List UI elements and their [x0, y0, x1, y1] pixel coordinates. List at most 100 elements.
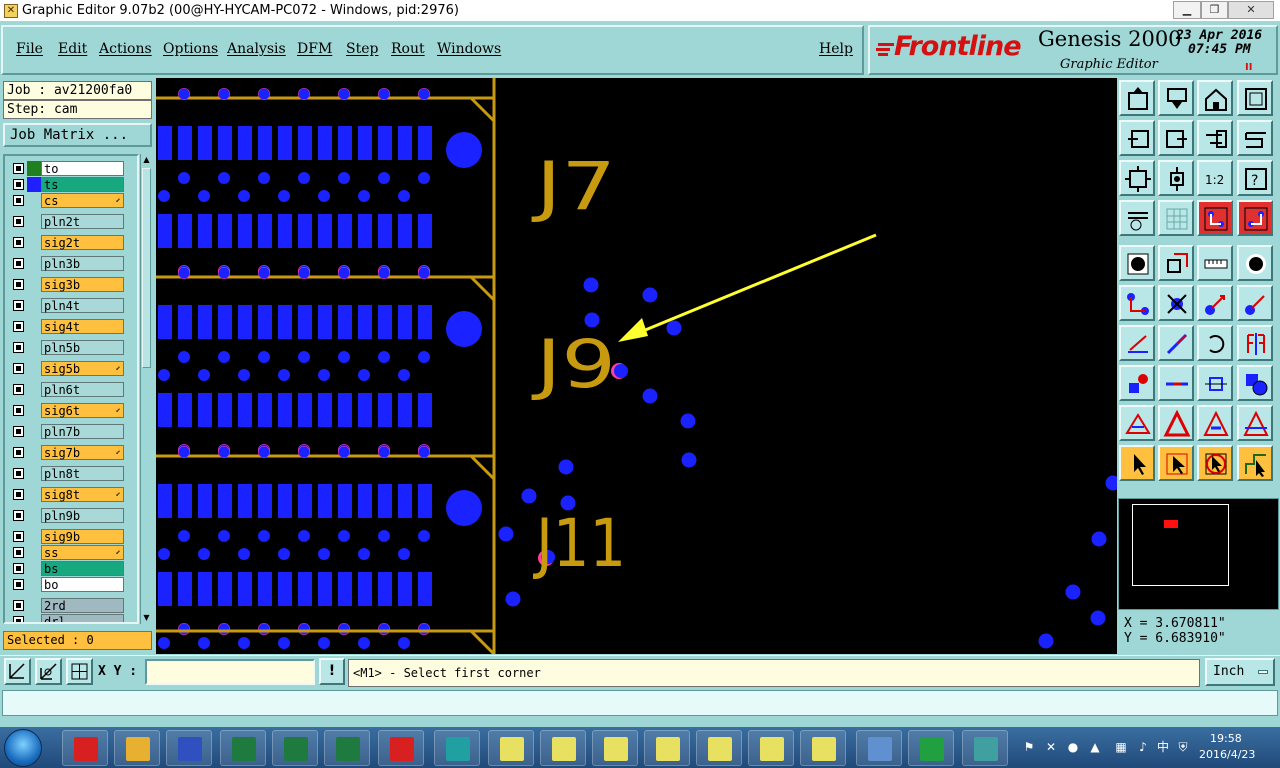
zoom-center-button[interactable]: [1158, 160, 1194, 196]
measure-icon[interactable]: [35, 658, 62, 685]
layer-name[interactable]: sig7b ⬋: [41, 445, 124, 460]
layer-row-bo[interactable]: bo: [7, 576, 137, 594]
draw-line-button[interactable]: [1119, 325, 1155, 361]
window-task-button[interactable]: [800, 730, 846, 766]
layer-name[interactable]: cs ⬋: [41, 193, 124, 208]
step-button[interactable]: [1237, 120, 1273, 156]
layer-checkbox[interactable]: [13, 616, 24, 622]
ruler-button[interactable]: [1197, 245, 1233, 281]
layer-name[interactable]: bo: [41, 577, 124, 592]
overview-viewport[interactable]: [1164, 520, 1178, 528]
scroll-thumb[interactable]: [142, 168, 151, 368]
open-job-button[interactable]: [1119, 80, 1155, 116]
layer-checkbox[interactable]: [13, 426, 24, 437]
layer-checkbox[interactable]: [13, 342, 24, 353]
units-selector[interactable]: Inch: [1205, 658, 1275, 686]
layer-row-pln8t[interactable]: pln8t: [7, 465, 137, 483]
layer-checkbox[interactable]: [13, 258, 24, 269]
pdf-task-button[interactable]: [378, 730, 424, 766]
snap-icon[interactable]: [4, 658, 31, 685]
clock-time[interactable]: 19:58: [1210, 732, 1242, 745]
layer-name[interactable]: sig4t: [41, 319, 124, 334]
menu-dfm[interactable]: DFM: [297, 41, 332, 57]
grid-view-button[interactable]: [1158, 200, 1194, 236]
menu-step[interactable]: Step: [346, 41, 378, 57]
menu-analysis[interactable]: Analysis: [227, 41, 286, 57]
layer-name[interactable]: pln9b: [41, 508, 124, 523]
net-red-button[interactable]: [1197, 200, 1233, 236]
layer-scrollbar[interactable]: ▲ ▼: [140, 154, 152, 624]
exclamation-button[interactable]: !: [319, 658, 345, 685]
excel-task-button[interactable]: [324, 730, 370, 766]
window-task-button[interactable]: [644, 730, 690, 766]
select-box-button[interactable]: [1197, 445, 1233, 481]
window-task-button[interactable]: [592, 730, 638, 766]
layer-row-sig7b[interactable]: sig7b ⬋: [7, 444, 137, 462]
red-g-tray-icon[interactable]: ●: [1066, 740, 1080, 754]
layer-checkbox[interactable]: [13, 563, 24, 574]
layer-checkbox[interactable]: [13, 547, 24, 558]
text-doc-task-button[interactable]: [856, 730, 902, 766]
app-red-g-task-button[interactable]: [62, 730, 108, 766]
layer-checkbox[interactable]: [13, 163, 24, 174]
layer-row-sig4t[interactable]: sig4t: [7, 318, 137, 336]
scroll-up-icon[interactable]: ▲: [141, 154, 152, 166]
layer-row-drl[interactable]: drl: [7, 613, 137, 622]
layer-name[interactable]: pln7b: [41, 424, 124, 439]
slash-button[interactable]: [1158, 325, 1194, 361]
move-point-button[interactable]: [1197, 285, 1233, 321]
layer-row-pln4t[interactable]: pln4t: [7, 297, 137, 315]
save-button[interactable]: [1158, 80, 1194, 116]
excel-task-button[interactable]: [220, 730, 266, 766]
layer-name[interactable]: sig5b ⬋: [41, 361, 124, 376]
layer-name[interactable]: ss ⬋: [41, 545, 124, 560]
disc-task-button[interactable]: [434, 730, 480, 766]
menu-actions[interactable]: Actions: [99, 41, 152, 57]
layer-name[interactable]: to: [41, 161, 124, 176]
floppy-save-task-button[interactable]: [166, 730, 212, 766]
move-point-alt-button[interactable]: [1237, 285, 1273, 321]
layer-checkbox[interactable]: [13, 363, 24, 374]
route-button[interactable]: [1237, 445, 1273, 481]
menu-edit[interactable]: Edit: [58, 41, 87, 57]
ime-icon[interactable]: 中: [1156, 740, 1170, 754]
polygon-button[interactable]: [1237, 365, 1273, 401]
layer-color-swatch[interactable]: [27, 177, 41, 192]
shield-tray-icon[interactable]: ⛨: [1176, 740, 1190, 754]
layer-row-sig6t[interactable]: sig6t ⬋: [7, 402, 137, 420]
layer-checkbox[interactable]: [13, 321, 24, 332]
flag-icon[interactable]: ⚑: [1022, 740, 1036, 754]
layer-name[interactable]: sig9b: [41, 529, 124, 544]
layer-row-pln9b[interactable]: pln9b: [7, 507, 137, 525]
net-red-alt-button[interactable]: [1237, 200, 1273, 236]
triangle-red-button[interactable]: [1158, 405, 1194, 441]
layer-name[interactable]: pln3b: [41, 256, 124, 271]
menu-file[interactable]: File: [16, 41, 43, 57]
help-button[interactable]: ?: [1237, 160, 1273, 196]
close-button[interactable]: ✕: [1228, 1, 1274, 19]
layer-name[interactable]: sig3b: [41, 277, 124, 292]
antivirus-icon[interactable]: ▲: [1088, 740, 1102, 754]
triangle-alt-button[interactable]: [1237, 405, 1273, 441]
shell-task-button[interactable]: [114, 730, 160, 766]
swap-button[interactable]: [1197, 120, 1233, 156]
xy-input[interactable]: [145, 659, 315, 685]
layer-name[interactable]: bs: [41, 561, 124, 576]
window-task-button[interactable]: [748, 730, 794, 766]
layer-row-pln5b[interactable]: pln5b: [7, 339, 137, 357]
connect-button[interactable]: [1119, 285, 1155, 321]
copy-shape-button[interactable]: [1158, 245, 1194, 281]
layer-checkbox[interactable]: [13, 531, 24, 542]
zoom-fit-button[interactable]: [1119, 160, 1155, 196]
scroll-down-icon[interactable]: ▼: [141, 612, 152, 624]
layer-name[interactable]: pln6t: [41, 382, 124, 397]
layer-checkbox[interactable]: [13, 384, 24, 395]
layer-name[interactable]: 2rd: [41, 598, 124, 613]
network-icon[interactable]: ▦: [1114, 740, 1128, 754]
layer-name[interactable]: sig8t ⬋: [41, 487, 124, 502]
layer-row-sig3b[interactable]: sig3b: [7, 276, 137, 294]
layer-name[interactable]: ts: [41, 177, 124, 192]
layer-color-swatch[interactable]: [27, 161, 41, 176]
layer-checkbox[interactable]: [13, 237, 24, 248]
layer-checkbox[interactable]: [13, 579, 24, 590]
